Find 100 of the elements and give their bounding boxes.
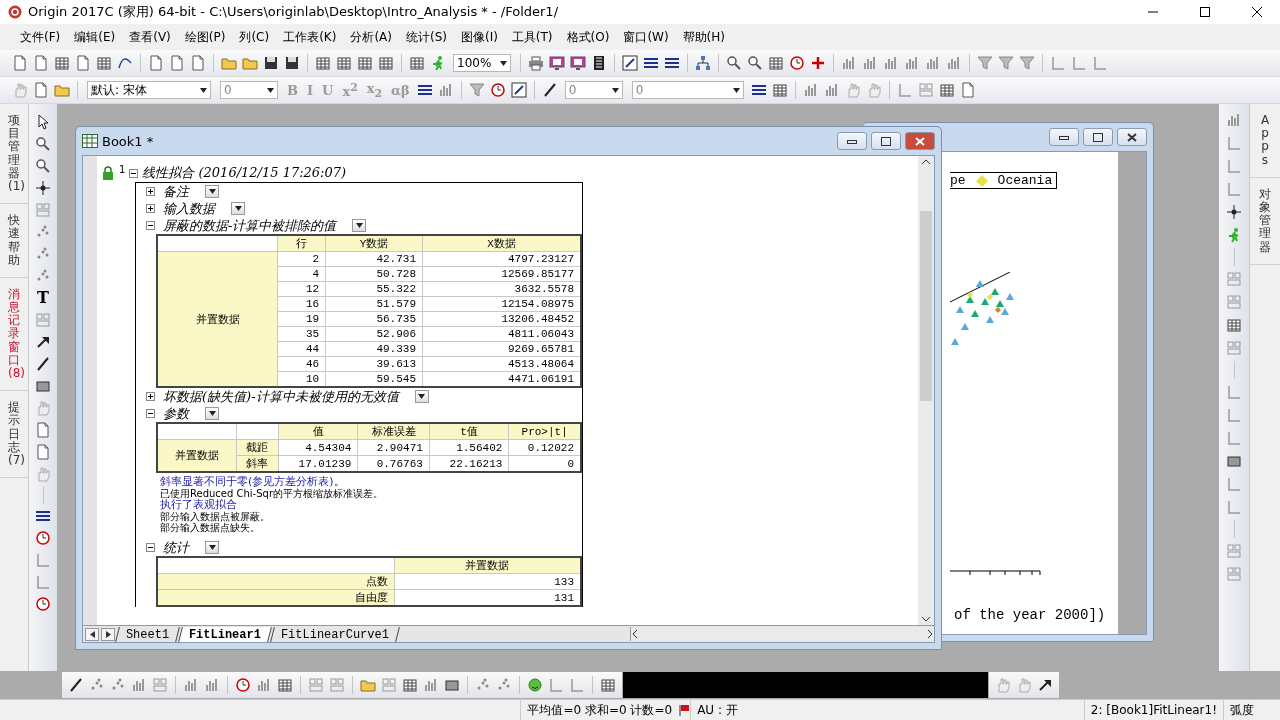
table-icon[interactable] xyxy=(768,55,784,71)
table-icon[interactable] xyxy=(938,82,955,98)
bar-chart-icon[interactable] xyxy=(883,55,899,71)
document-icon[interactable] xyxy=(12,55,28,71)
table-icon[interactable] xyxy=(357,55,373,71)
layout-icon[interactable] xyxy=(152,677,168,693)
funnel-icon[interactable] xyxy=(1019,55,1035,71)
bar-chart-icon[interactable] xyxy=(183,677,199,693)
sheet-tab[interactable]: FitLinear1 xyxy=(178,626,273,642)
bar-chart-icon[interactable] xyxy=(841,55,857,71)
menu-item[interactable]: 统计(S) xyxy=(399,25,453,49)
minus-box-icon[interactable] xyxy=(146,221,155,230)
table-icon[interactable] xyxy=(277,677,293,693)
line-icon[interactable] xyxy=(68,677,84,693)
plus-box-icon[interactable] xyxy=(146,204,155,213)
minus-box-icon[interactable] xyxy=(129,168,139,178)
table-icon[interactable] xyxy=(771,82,788,98)
menu-item[interactable]: 格式(O) xyxy=(560,25,616,49)
layout-icon[interactable] xyxy=(381,677,397,693)
bar-chart-icon[interactable] xyxy=(423,677,439,693)
bar-chart-icon[interactable] xyxy=(904,55,920,71)
side-panel-tab[interactable]: 提示日志 (7) xyxy=(0,391,28,479)
lines-icon[interactable] xyxy=(643,55,659,71)
folder-icon[interactable] xyxy=(360,677,376,693)
film-strip-icon[interactable] xyxy=(591,55,607,71)
layout-icon[interactable] xyxy=(917,82,934,98)
funnel-icon[interactable] xyxy=(977,55,993,71)
rectangle-icon[interactable] xyxy=(444,677,460,693)
dropdown-button[interactable] xyxy=(205,407,219,420)
dropdown-button[interactable] xyxy=(231,202,245,215)
funnel-icon[interactable] xyxy=(998,55,1014,71)
lines-icon[interactable] xyxy=(416,82,433,98)
document-icon[interactable] xyxy=(35,422,51,438)
menu-item[interactable]: 绘图(P) xyxy=(178,25,232,49)
table-icon[interactable] xyxy=(1226,317,1242,333)
clock-icon[interactable] xyxy=(789,55,805,71)
menu-item[interactable]: 文件(F) xyxy=(14,25,67,49)
document-icon[interactable] xyxy=(190,55,206,71)
axes-icon[interactable] xyxy=(896,82,913,98)
bar-chart-icon[interactable] xyxy=(925,55,941,71)
layout-icon[interactable] xyxy=(329,677,345,693)
axes-icon[interactable] xyxy=(548,677,564,693)
menu-item[interactable]: 帮助(H) xyxy=(676,25,731,49)
plus-box-icon[interactable] xyxy=(146,392,155,401)
crosshair-icon[interactable] xyxy=(35,180,51,196)
dropdown-button[interactable] xyxy=(352,219,367,232)
clock-icon[interactable] xyxy=(489,82,506,98)
document-icon[interactable] xyxy=(33,55,49,71)
magnifier-icon[interactable] xyxy=(747,55,763,71)
document-icon[interactable] xyxy=(148,55,164,71)
sheet-tab[interactable]: FitLinearCurve1 xyxy=(270,626,401,642)
document-icon[interactable] xyxy=(169,55,185,71)
menu-item[interactable]: 分析(A) xyxy=(344,25,398,49)
table-icon[interactable] xyxy=(402,677,418,693)
table-icon[interactable] xyxy=(96,55,112,71)
bar-chart-icon[interactable] xyxy=(823,82,840,98)
table-icon[interactable] xyxy=(54,55,70,71)
dropdown-button[interactable] xyxy=(205,185,219,198)
arrow-icon[interactable] xyxy=(1037,677,1053,693)
monitor-icon[interactable] xyxy=(570,55,586,71)
clock-icon[interactable] xyxy=(35,530,51,546)
pencil-icon[interactable] xyxy=(622,55,638,71)
magnifier-icon[interactable] xyxy=(35,136,51,152)
side-panel-tab[interactable]: Apps xyxy=(1250,104,1280,178)
bar-chart-icon[interactable] xyxy=(131,677,147,693)
table-icon[interactable] xyxy=(336,55,352,71)
axes-icon[interactable] xyxy=(569,677,585,693)
magnifier-icon[interactable] xyxy=(726,55,742,71)
side-panel-tab[interactable]: 对象管理器 xyxy=(1250,177,1280,265)
menu-item[interactable]: 列(C) xyxy=(233,25,276,49)
table-icon[interactable] xyxy=(409,55,425,71)
bar-chart-icon[interactable] xyxy=(204,677,220,693)
text-tool-button[interactable]: T xyxy=(37,288,49,308)
printer-icon[interactable] xyxy=(528,55,544,71)
next-sheet-button[interactable] xyxy=(101,627,115,641)
vertical-scrollbar[interactable] xyxy=(918,156,934,625)
restore-button[interactable] xyxy=(871,132,901,150)
plus-box-icon[interactable] xyxy=(146,187,155,196)
bar-chart-icon[interactable] xyxy=(946,55,962,71)
axes-icon[interactable] xyxy=(1071,55,1087,71)
axes-icon[interactable] xyxy=(1050,55,1066,71)
folder-icon[interactable] xyxy=(242,55,258,71)
menu-item[interactable]: 窗口(W) xyxy=(617,25,675,49)
chevron-right-icon[interactable] xyxy=(927,630,934,638)
document-icon[interactable] xyxy=(75,55,91,71)
dropdown-button[interactable] xyxy=(414,390,429,403)
bar-chart-icon[interactable] xyxy=(256,677,272,693)
lines-icon[interactable] xyxy=(664,55,680,71)
menu-item[interactable]: 查看(V) xyxy=(123,25,177,49)
crosshair-icon[interactable] xyxy=(1226,204,1242,220)
arrow-icon[interactable] xyxy=(35,334,51,350)
side-panel-tab[interactable]: 消息记录窗口 (8) xyxy=(0,277,28,392)
table-icon[interactable] xyxy=(378,55,394,71)
close-button[interactable] xyxy=(1117,128,1147,146)
menu-item[interactable]: 工作表(K) xyxy=(277,25,343,49)
line-icon[interactable] xyxy=(541,82,558,98)
sheet-tab[interactable]: Sheet1 xyxy=(115,626,181,642)
menu-item[interactable]: 图像(I) xyxy=(454,25,504,49)
clock-icon[interactable] xyxy=(35,596,51,612)
pencil-icon[interactable] xyxy=(510,82,527,98)
